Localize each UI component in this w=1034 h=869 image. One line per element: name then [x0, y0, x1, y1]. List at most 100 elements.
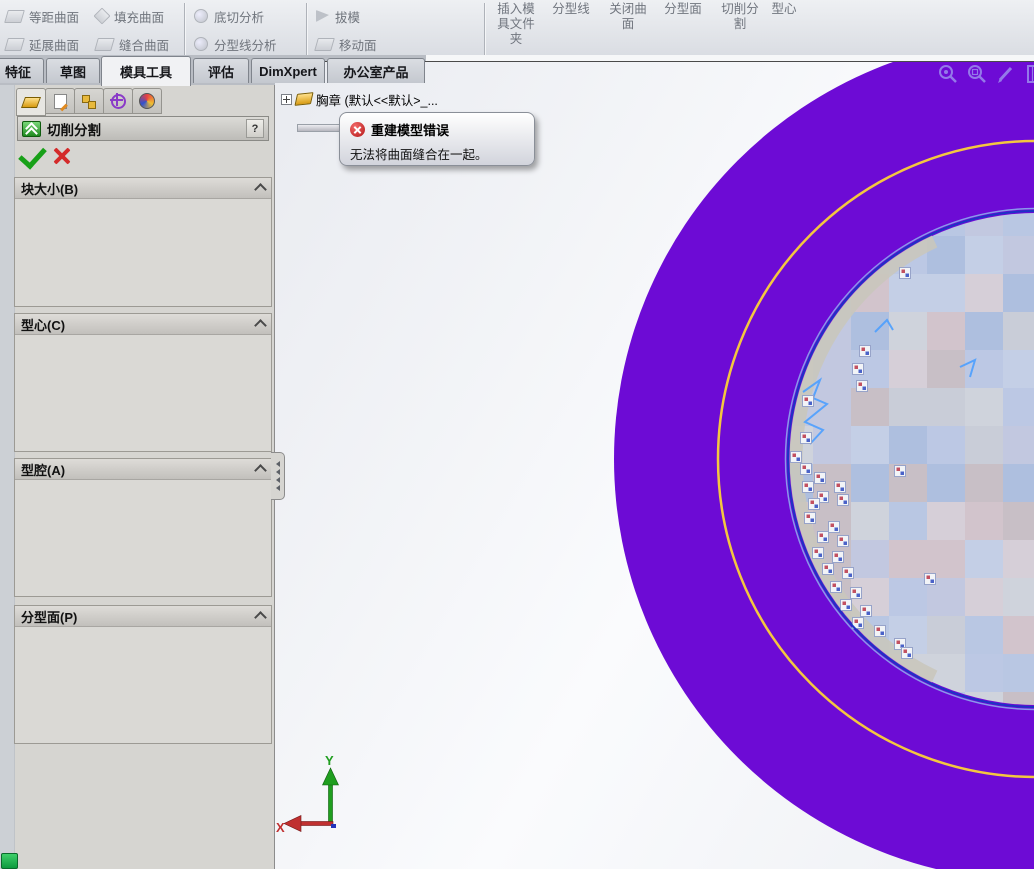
error-marker[interactable]	[924, 573, 936, 585]
parting-surfaces-button[interactable]: 分型面	[658, 2, 708, 17]
collapse-chevron-icon[interactable]	[254, 319, 267, 332]
shut-off-surfaces-button[interactable]: 关闭曲 面	[600, 2, 656, 32]
configuration-manager-tab[interactable]	[74, 88, 104, 114]
error-marker[interactable]	[822, 563, 834, 575]
tab-evaluate[interactable]: 评估	[193, 58, 249, 83]
display-manager-tab[interactable]	[132, 88, 162, 114]
error-marker[interactable]	[828, 521, 840, 533]
move-face-button[interactable]: 移动面	[314, 32, 377, 56]
button-label: 拔模	[335, 10, 361, 25]
feature-tree-root[interactable]: 胸章 (默认<<默认>_...	[281, 90, 438, 108]
part-icon	[294, 92, 314, 106]
mosaic-tile	[927, 502, 965, 540]
collapse-chevron-icon[interactable]	[254, 183, 267, 196]
model-view: Y X	[276, 62, 1034, 869]
undercut-analysis-button[interactable]: 底切分析	[194, 4, 264, 28]
propertymanager-tab[interactable]	[16, 88, 46, 116]
dimxpert-manager-tab[interactable]	[103, 88, 133, 114]
tab-label: 模具工具	[119, 65, 172, 80]
mosaic-tile	[851, 464, 889, 502]
pen-annotation-icon[interactable]	[996, 64, 1016, 84]
help-button[interactable]: ?	[246, 119, 264, 138]
error-marker[interactable]	[804, 512, 816, 524]
zoom-area-icon[interactable]	[967, 64, 987, 84]
error-marker[interactable]	[814, 472, 826, 484]
mosaic-tile	[889, 312, 927, 350]
tab-sketch[interactable]: 草图	[46, 58, 100, 83]
mosaic-tile	[889, 578, 927, 616]
tab-office-products[interactable]: 办公室产品	[327, 58, 425, 83]
error-marker[interactable]	[850, 587, 862, 599]
tab-dimxpert[interactable]: DimXpert	[251, 58, 325, 83]
error-marker[interactable]	[842, 567, 854, 579]
tooling-split-button[interactable]: 切削分 割	[712, 2, 768, 32]
cavity-header[interactable]: 型腔(A)	[15, 459, 271, 480]
error-marker[interactable]	[800, 432, 812, 444]
error-marker[interactable]	[840, 599, 852, 611]
error-marker[interactable]	[856, 380, 868, 392]
button-label: 缝合曲面	[119, 38, 170, 53]
draft-button[interactable]: 拔模	[316, 4, 360, 28]
error-message: 无法将曲面缝合在一起。	[350, 148, 488, 162]
parting-line-analysis-button[interactable]: 分型线分析	[194, 32, 277, 56]
tooltip-pointer	[297, 124, 343, 132]
mosaic-tile	[1003, 578, 1034, 616]
ruled-surface-button[interactable]: 延展曲面	[4, 32, 79, 56]
knit-surface-button[interactable]: 缝合曲面	[94, 32, 170, 56]
parting-surface-header[interactable]: 分型面(P)	[15, 606, 271, 627]
error-marker[interactable]	[817, 531, 829, 543]
tab-label: 草图	[59, 64, 86, 80]
error-marker[interactable]	[894, 465, 906, 477]
error-marker[interactable]	[802, 481, 814, 493]
zoom-fit-icon[interactable]	[938, 64, 958, 84]
featuremanager-tab[interactable]	[45, 88, 75, 114]
mosaic-tile	[1003, 540, 1034, 578]
core-header[interactable]: 型心(C)	[15, 314, 271, 335]
error-marker[interactable]	[859, 345, 871, 357]
offset-surface-button[interactable]: 等距曲面	[4, 4, 79, 28]
mosaic-tile	[927, 350, 965, 388]
error-marker[interactable]	[899, 267, 911, 279]
propertymanager-title: 切削分割	[47, 122, 101, 138]
solidworks-window: 等距曲面 填充曲面 延展曲面 缝合曲面 底切分析 分型线分析 拔模 移动面 插入…	[0, 0, 1034, 869]
error-marker[interactable]	[832, 551, 844, 563]
panel-splitter-handle[interactable]	[271, 452, 285, 500]
error-marker[interactable]	[860, 605, 872, 617]
error-marker[interactable]	[837, 494, 849, 506]
error-marker[interactable]	[790, 451, 802, 463]
mold-tools-toolbar: 等距曲面 填充曲面 延展曲面 缝合曲面 底切分析 分型线分析 拔模 移动面 插入…	[0, 0, 1034, 61]
mosaic-tile	[1003, 236, 1034, 274]
error-marker[interactable]	[830, 581, 842, 593]
error-marker[interactable]	[812, 547, 824, 559]
graphics-area[interactable]: Y X	[275, 61, 1034, 869]
error-marker[interactable]	[800, 463, 812, 475]
core-button[interactable]: 型心	[764, 2, 804, 17]
block-size-header[interactable]: 块大小(B)	[15, 178, 271, 199]
error-marker[interactable]	[837, 535, 849, 547]
error-marker[interactable]	[808, 498, 820, 510]
bottom-left-green-icon[interactable]	[1, 853, 18, 869]
toolbar-separator	[484, 3, 485, 57]
expand-icon[interactable]	[281, 93, 292, 105]
error-marker[interactable]	[901, 647, 913, 659]
insert-mold-folder-button[interactable]: 插入模 具文件 夹	[488, 2, 544, 47]
section-title: 型心(C)	[21, 317, 66, 333]
filled-surface-button[interactable]: 填充曲面	[93, 4, 164, 28]
tab-mold-tools[interactable]: 模具工具	[101, 56, 191, 86]
error-marker[interactable]	[852, 363, 864, 375]
tab-features[interactable]: 特征	[0, 58, 44, 83]
parting-line-analysis-icon	[194, 37, 208, 51]
parting-lines-button[interactable]: 分型线	[546, 2, 596, 17]
collapse-chevron-icon[interactable]	[254, 464, 267, 477]
mosaic-tile	[889, 350, 927, 388]
mosaic-tile	[965, 464, 1003, 502]
error-marker[interactable]	[874, 625, 886, 637]
cancel-button[interactable]	[52, 146, 72, 166]
part-name: 胸章 (默认<<默认>_...	[316, 93, 438, 108]
mosaic-tile	[1003, 274, 1034, 312]
mosaic-tile	[965, 388, 1003, 426]
collapse-chevron-icon[interactable]	[254, 611, 267, 624]
error-marker[interactable]	[834, 481, 846, 493]
section-view-icon[interactable]	[1025, 64, 1034, 84]
error-marker[interactable]	[802, 395, 814, 407]
